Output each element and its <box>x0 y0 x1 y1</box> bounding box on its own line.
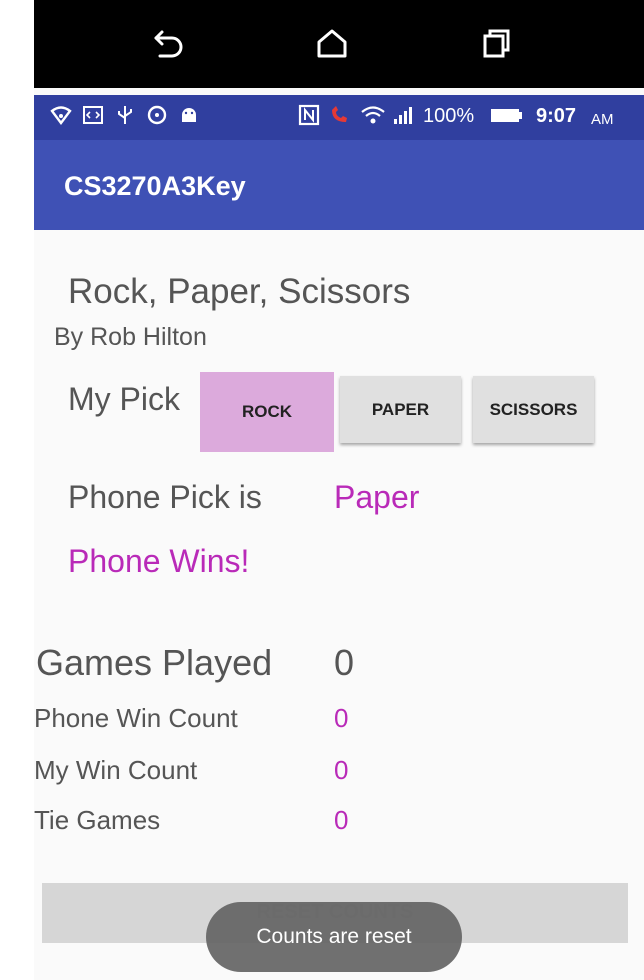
app-bar: CS3270A3Key <box>34 140 644 230</box>
phone-win-count-value: 0 <box>334 703 349 733</box>
clock: 9:07 <box>536 105 577 127</box>
tie-games-label: Tie Games <box>34 805 161 835</box>
navigation-bar <box>34 0 644 88</box>
phone-pick-label: Phone Pick is <box>68 479 262 515</box>
status-bar: 100% 9:07 AM <box>34 95 644 140</box>
call-icon <box>328 104 352 132</box>
phone-pick-value: Paper <box>334 479 420 515</box>
rock-button[interactable]: ROCK <box>200 372 334 452</box>
game-title: Rock, Paper, Scissors <box>68 272 411 311</box>
home-icon[interactable] <box>310 22 354 66</box>
author-label: By Rob Hilton <box>54 323 207 351</box>
games-played-label: Games Played <box>36 642 273 683</box>
my-win-count-label: My Win Count <box>34 755 198 785</box>
battery-level: 100% <box>423 105 475 127</box>
paper-button[interactable]: PAPER <box>340 376 461 443</box>
phone-screen: 100% 9:07 AM CS3270A3Key Rock, Paper, Sc… <box>34 0 644 980</box>
tie-games-value: 0 <box>334 805 349 835</box>
nfc-icon <box>298 104 320 132</box>
android-icon <box>178 104 200 132</box>
recents-icon[interactable] <box>474 22 518 66</box>
code-icon <box>82 104 104 132</box>
toast-message: Counts are reset <box>206 902 462 972</box>
sync-icon <box>146 104 168 132</box>
clock-ampm: AM <box>591 111 614 128</box>
app-title: CS3270A3Key <box>64 171 246 201</box>
my-pick-label: My Pick <box>68 381 180 417</box>
wifi-calling-icon <box>360 104 386 132</box>
result-text: Phone Wins! <box>68 543 250 579</box>
signal-icon <box>390 104 416 132</box>
games-played-value: 0 <box>334 642 355 683</box>
phone-win-count-label: Phone Win Count <box>34 703 238 733</box>
scissors-button[interactable]: SCISSORS <box>473 376 594 443</box>
wifi-icon <box>50 104 72 132</box>
back-icon[interactable] <box>146 22 190 66</box>
my-win-count-value: 0 <box>334 755 349 785</box>
usb-icon <box>114 104 136 132</box>
battery-icon <box>490 104 524 132</box>
